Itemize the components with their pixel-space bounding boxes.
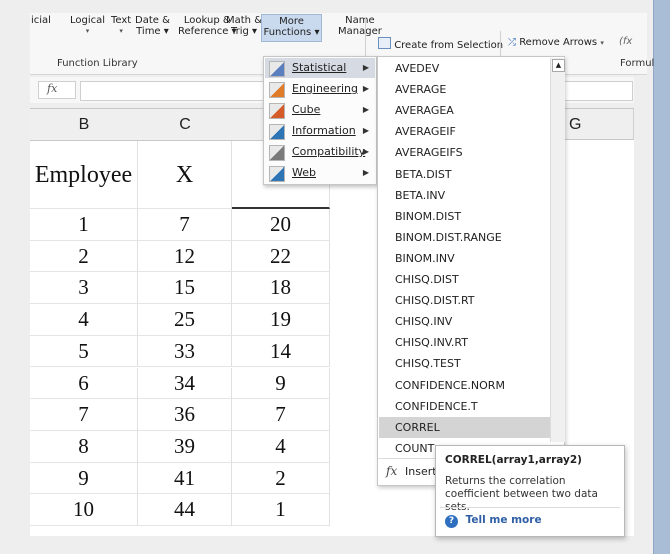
logical-button[interactable]: Logical ▾ [70, 15, 105, 37]
table-cell[interactable]: 5 [30, 335, 138, 368]
information-icon [269, 124, 285, 140]
web-icon [269, 166, 285, 182]
tooltip-description: Returns the correlation coefficient betw… [445, 475, 598, 513]
tooltip-divider [440, 507, 620, 508]
function-item[interactable]: BETA.INV [379, 185, 551, 206]
table-cell[interactable]: 7 [138, 209, 232, 241]
more-functions-button[interactable]: More Functions ▾ [261, 14, 322, 42]
submenu-arrow-icon: ▶ [362, 168, 369, 177]
table-cell[interactable]: 41 [138, 462, 232, 495]
function-item[interactable]: CONFIDENCE.T [379, 396, 551, 417]
name-manager-button[interactable]: Name Manager [338, 15, 382, 37]
table-cell[interactable]: 34 [138, 367, 232, 400]
help-icon: ? [445, 515, 458, 528]
menu-item-engineering[interactable]: Engineering ▶ [265, 79, 375, 99]
submenu-arrow-icon: ▶ [362, 126, 369, 135]
table-cell[interactable]: 25 [138, 304, 232, 336]
table-cell[interactable]: 36 [138, 399, 232, 431]
submenu-arrow-icon: ▶ [362, 147, 369, 156]
table-cell[interactable]: 4 [30, 304, 138, 336]
table-cell[interactable]: 9 [232, 367, 330, 400]
function-item[interactable]: CONFIDENCE.NORM [379, 375, 551, 396]
function-library-group-label: Function Library [57, 58, 138, 69]
menu-item-compatibility[interactable]: Compatibility ▶ [265, 142, 375, 162]
function-item[interactable]: AVEDEV [379, 58, 551, 79]
function-item[interactable]: AVERAGEA [379, 100, 551, 121]
statistical-function-list: AVEDEV AVERAGE AVERAGEA AVERAGEIF AVERAGEIFS… [377, 56, 565, 486]
financial-button[interactable]: icial [31, 15, 51, 26]
header-cell-x[interactable]: X [138, 141, 232, 209]
table-cell[interactable]: 14 [232, 335, 330, 368]
column-header-c[interactable]: C [138, 109, 233, 141]
function-item[interactable]: BINOM.DIST [379, 206, 551, 227]
table-cell[interactable]: 15 [138, 272, 232, 305]
function-item[interactable]: CHISQ.TEST [379, 353, 551, 374]
fx-icon: fx [386, 464, 398, 478]
menu-item-cube[interactable]: Cube ▶ [265, 100, 375, 120]
date-time-button[interactable]: Date & Time ▾ [135, 15, 170, 37]
remove-arrows-button[interactable]: ⤮ Remove Arrows ▾ [508, 37, 604, 49]
engineering-icon [269, 82, 285, 98]
function-item[interactable]: AVERAGEIF [379, 121, 551, 142]
function-item[interactable]: CHISQ.INV [379, 311, 551, 332]
submenu-arrow-icon: ▶ [362, 105, 369, 114]
table-cell[interactable]: 39 [138, 430, 232, 463]
table-cell[interactable]: 2 [30, 240, 138, 273]
math-trig-button[interactable]: Math & Trig ▾ [226, 15, 262, 37]
dropdown-caret-icon: ▾ [600, 39, 604, 47]
function-item[interactable]: BINOM.DIST.RANGE [379, 227, 551, 248]
table-cell[interactable]: 19 [232, 304, 330, 336]
remove-arrows-icon: ⤮ [508, 37, 516, 48]
compatibility-icon [269, 145, 285, 161]
create-from-selection-button[interactable]: Create from Selection [378, 37, 503, 51]
function-item[interactable]: CHISQ.DIST.RT [379, 290, 551, 311]
grid-icon [378, 37, 391, 49]
table-cell[interactable]: 33 [138, 335, 232, 368]
table-cell[interactable]: 44 [138, 494, 232, 526]
table-cell[interactable]: 1 [30, 209, 138, 241]
function-item[interactable]: CHISQ.DIST [379, 269, 551, 290]
table-cell[interactable]: 18 [232, 272, 330, 305]
column-header-b[interactable]: B [30, 109, 139, 141]
table-cell[interactable]: 7 [30, 399, 138, 431]
function-item[interactable]: CORREL [379, 416, 551, 438]
evaluate-formula-icon[interactable]: (fx [619, 36, 632, 47]
tooltip-signature: CORREL(array1,array2) [445, 454, 582, 466]
text-button[interactable]: Text ▾ [111, 15, 131, 37]
table-cell[interactable]: 9 [30, 462, 138, 495]
menu-item-statistical[interactable]: Statistical ▶ [265, 58, 375, 78]
more-functions-menu: Statistical ▶ Engineering ▶ Cube ▶ Information… [263, 56, 377, 185]
function-tooltip: CORREL(array1,array2) Returns the correl… [435, 445, 625, 537]
function-item[interactable]: AVERAGEIFS [379, 142, 551, 163]
scroll-up-icon[interactable]: ▲ [552, 59, 565, 72]
cube-icon [269, 103, 285, 119]
submenu-arrow-icon: ▶ [362, 63, 369, 72]
table-cell[interactable]: 3 [30, 272, 138, 305]
function-item[interactable]: BETA.DIST [379, 164, 551, 185]
statistical-icon [269, 61, 285, 77]
table-cell[interactable]: 4 [232, 430, 330, 463]
table-cell[interactable]: 7 [232, 399, 330, 431]
insert-function-icon[interactable]: fx [38, 81, 76, 99]
header-cell-employee[interactable]: Employee [30, 141, 138, 209]
table-cell[interactable]: 2 [232, 462, 330, 495]
submenu-arrow-icon: ▶ [362, 84, 369, 93]
table-cell[interactable]: 20 [232, 209, 330, 241]
table-cell[interactable]: 12 [138, 240, 232, 273]
list-scrollbar[interactable]: ▲ [550, 58, 565, 442]
table-cell[interactable]: 22 [232, 240, 330, 273]
tell-me-more-link[interactable]: ? Tell me more [445, 514, 542, 528]
table-cell[interactable]: 10 [30, 494, 138, 526]
menu-item-web[interactable]: Web ▶ [265, 163, 375, 183]
formula-auditing-group-label: Formul [620, 58, 655, 69]
function-item[interactable]: BINOM.INV [379, 248, 551, 269]
function-item[interactable]: CHISQ.INV.RT [379, 332, 551, 353]
menu-item-information[interactable]: Information ▶ [265, 121, 375, 141]
table-cell[interactable]: 8 [30, 430, 138, 463]
ribbon-separator [365, 17, 366, 61]
side-panel-strip [653, 0, 670, 554]
function-item[interactable]: AVERAGE [379, 79, 551, 100]
table-cell[interactable]: 6 [30, 367, 138, 400]
table-cell[interactable]: 1 [232, 494, 330, 526]
